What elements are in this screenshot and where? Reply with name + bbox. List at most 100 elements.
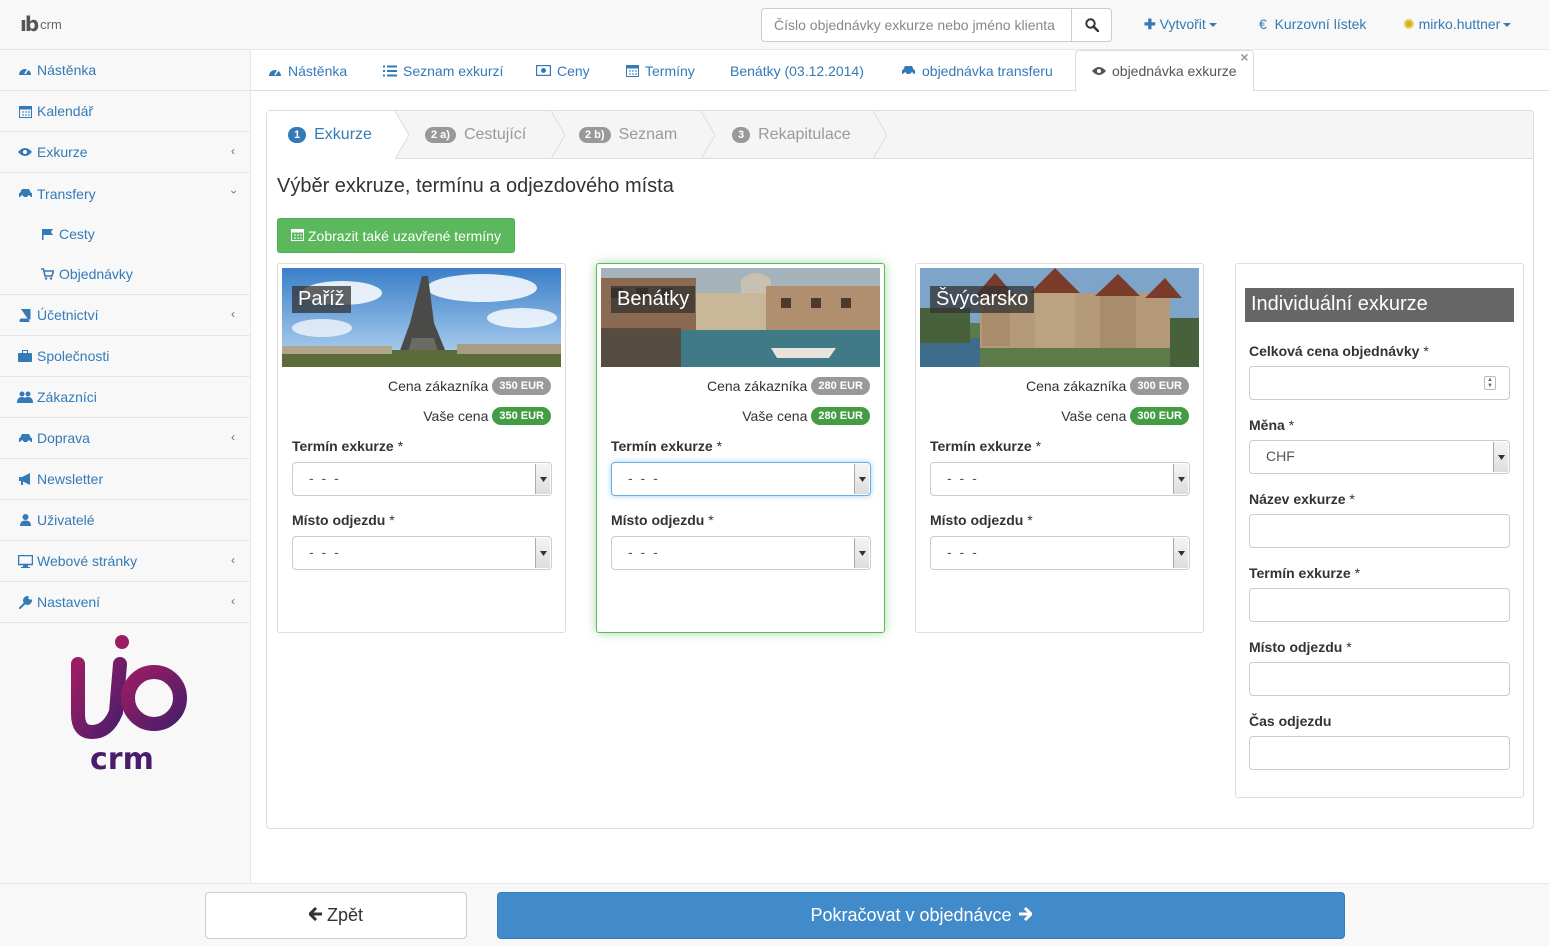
total-price-label: Celková cena objednávky *: [1249, 343, 1429, 359]
excursion-title: Paříž: [292, 286, 351, 313]
chevron-left-icon: ‹: [231, 144, 235, 158]
sidebar-item-calendar[interactable]: Kalendář: [0, 91, 250, 132]
sidebar-item-label: Transfery: [37, 185, 96, 202]
sidebar-subitem-orders[interactable]: Objednávky: [0, 254, 250, 294]
step-divider: [701, 111, 715, 159]
tab-terms[interactable]: Termíny: [626, 50, 695, 91]
sidebar-subitem-routes[interactable]: Cesty: [0, 214, 250, 254]
user-menu[interactable]: ✺ mirko.huttner: [1403, 16, 1512, 33]
continue-button[interactable]: Pokračovat v objednávce: [497, 892, 1345, 939]
departure-label: Místo odjezdu *: [930, 512, 1033, 528]
euro-icon: €: [1259, 16, 1267, 32]
top-navbar: ıb crm ✚ Vytvořit € Kurzovní lístek ✺ mi…: [0, 0, 1549, 50]
calendar-icon: [17, 105, 33, 118]
button-label: Zobrazit také uzavřené termíny: [308, 227, 501, 244]
term-select[interactable]: - - -: [930, 462, 1190, 496]
your-price-row: Vaše cena 300 EUR: [1061, 407, 1189, 425]
step-divider: [395, 111, 409, 159]
cart-icon: [39, 268, 55, 280]
customer-price-badge: 280 EUR: [811, 377, 870, 395]
sidebar-item-websites[interactable]: Webové stránky ‹: [0, 541, 250, 582]
sidebar-submenu: Cesty Objednávky: [0, 214, 250, 295]
your-price-badge: 280 EUR: [811, 407, 870, 425]
sidebar-item-transport[interactable]: Doprava ‹: [0, 418, 250, 459]
your-price-label: Vaše cena: [423, 408, 489, 424]
calendar-icon: [291, 228, 304, 244]
sidebar-item-label: Společnosti: [37, 348, 110, 364]
brand-logo[interactable]: ıb crm: [20, 12, 62, 36]
wizard-step-travelers[interactable]: 2 a) Cestující: [425, 111, 526, 159]
select-value: CHF: [1266, 448, 1295, 464]
sidebar-item-companies[interactable]: Společnosti: [0, 336, 250, 377]
sidebar-item-label: Cesty: [59, 226, 95, 242]
excursion-title: Švýcarsko: [930, 286, 1035, 313]
tab-excursion-order[interactable]: objednávka exkurze ×: [1075, 49, 1254, 92]
tab-transfer-order[interactable]: objednávka transferu: [901, 50, 1053, 91]
step-label: Seznam: [618, 126, 678, 143]
briefcase-icon: [17, 350, 33, 362]
show-closed-terms-button[interactable]: Zobrazit také uzavřené termíny: [277, 218, 515, 253]
sidebar-item-excursions[interactable]: Exkurze ‹: [0, 132, 250, 173]
sidebar-item-label: Nástěnka: [37, 62, 97, 78]
term-select[interactable]: - - -: [611, 462, 871, 496]
departure-place-input[interactable]: [1249, 662, 1510, 696]
tab-prices[interactable]: Ceny: [536, 50, 590, 91]
select-value: - - -: [947, 470, 979, 486]
sidebar-item-label: Doprava: [37, 430, 90, 446]
caret-down-icon: [1208, 23, 1217, 28]
step-number: 2 b): [579, 127, 611, 143]
search-input[interactable]: [761, 8, 1072, 42]
dropdown-arrow-icon: [535, 538, 550, 568]
term-select[interactable]: - - -: [292, 462, 552, 496]
customer-price-badge: 300 EUR: [1130, 377, 1189, 395]
currency-select[interactable]: CHF: [1249, 440, 1510, 474]
sidebar-item-accounting[interactable]: Účetnictví ‹: [0, 295, 250, 336]
step-number: 2 a): [425, 127, 456, 143]
wizard-step-summary[interactable]: 3 Rekapitulace: [732, 111, 851, 159]
list-icon: [383, 65, 397, 77]
wizard-step-list[interactable]: 2 b) Seznam: [579, 111, 677, 159]
tab-venice-term[interactable]: Benátky (03.12.2014): [730, 50, 864, 91]
sidebar-item-settings[interactable]: Nastavení ‹: [0, 582, 250, 623]
tab-dashboard[interactable]: Nástěnka: [268, 50, 347, 91]
tab-label: objednávka exkurze: [1112, 63, 1237, 79]
brand-text: crm: [40, 16, 62, 32]
exchange-rates-link[interactable]: € Kurzovní lístek: [1259, 16, 1366, 32]
excursion-name-input[interactable]: [1249, 514, 1510, 548]
eye-icon: [17, 147, 33, 157]
chevron-left-icon: ‹: [231, 553, 235, 567]
wizard-step-excursion[interactable]: 1 Exkurze: [267, 111, 395, 159]
step-label: Exkurze: [314, 126, 372, 143]
departure-select[interactable]: - - -: [930, 536, 1190, 570]
sidebar-item-dashboard[interactable]: Nástěnka: [0, 50, 250, 91]
departure-select[interactable]: - - -: [292, 536, 552, 570]
back-button[interactable]: Zpět: [205, 892, 467, 939]
sidebar-item-users[interactable]: Uživatelé: [0, 500, 250, 541]
dropdown-arrow-icon: [1173, 464, 1188, 494]
excursion-term-input[interactable]: [1249, 588, 1510, 622]
customer-price-label: Cena zákazníka: [706, 378, 808, 394]
excursion-card-paris[interactable]: Paříž Cena zákazníka 350 EUR Vaše cena 3…: [277, 263, 566, 633]
car-icon: [901, 65, 916, 76]
your-price-row: Vaše cena 280 EUR: [742, 407, 870, 425]
your-price-badge: 300 EUR: [1130, 407, 1189, 425]
excursion-card-venice[interactable]: Benátky Cena zákazníka 280 EUR Vaše cena…: [596, 263, 885, 633]
dropdown-arrow-icon: [1493, 442, 1508, 472]
total-price-input[interactable]: ▲ ▼: [1249, 366, 1510, 400]
tab-excursion-list[interactable]: Seznam exkurzí: [383, 50, 503, 91]
departure-label: Místo odjezdu *: [611, 512, 714, 528]
excursion-card-switzerland[interactable]: Švýcarsko Cena zákazníka 300 EUR Vaše ce…: [915, 263, 1204, 633]
create-menu[interactable]: ✚ Vytvořit: [1144, 16, 1217, 33]
term-label: Termín exkurze *: [292, 438, 404, 454]
number-spinner-icon[interactable]: ▲ ▼: [1484, 376, 1496, 390]
step-label: Rekapitulace: [758, 126, 851, 143]
departure-select[interactable]: - - -: [611, 536, 871, 570]
sidebar-item-transfers[interactable]: Transfery ‹: [0, 173, 250, 214]
excursion-image-venice: Benátky: [601, 268, 880, 367]
search-button[interactable]: [1072, 8, 1112, 42]
sidebar-item-customers[interactable]: Zákazníci: [0, 377, 250, 418]
sidebar-item-newsletter[interactable]: Newsletter: [0, 459, 250, 500]
departure-time-input[interactable]: [1249, 736, 1510, 770]
button-label: Zpět: [326, 905, 364, 925]
close-icon[interactable]: ×: [1240, 49, 1248, 65]
